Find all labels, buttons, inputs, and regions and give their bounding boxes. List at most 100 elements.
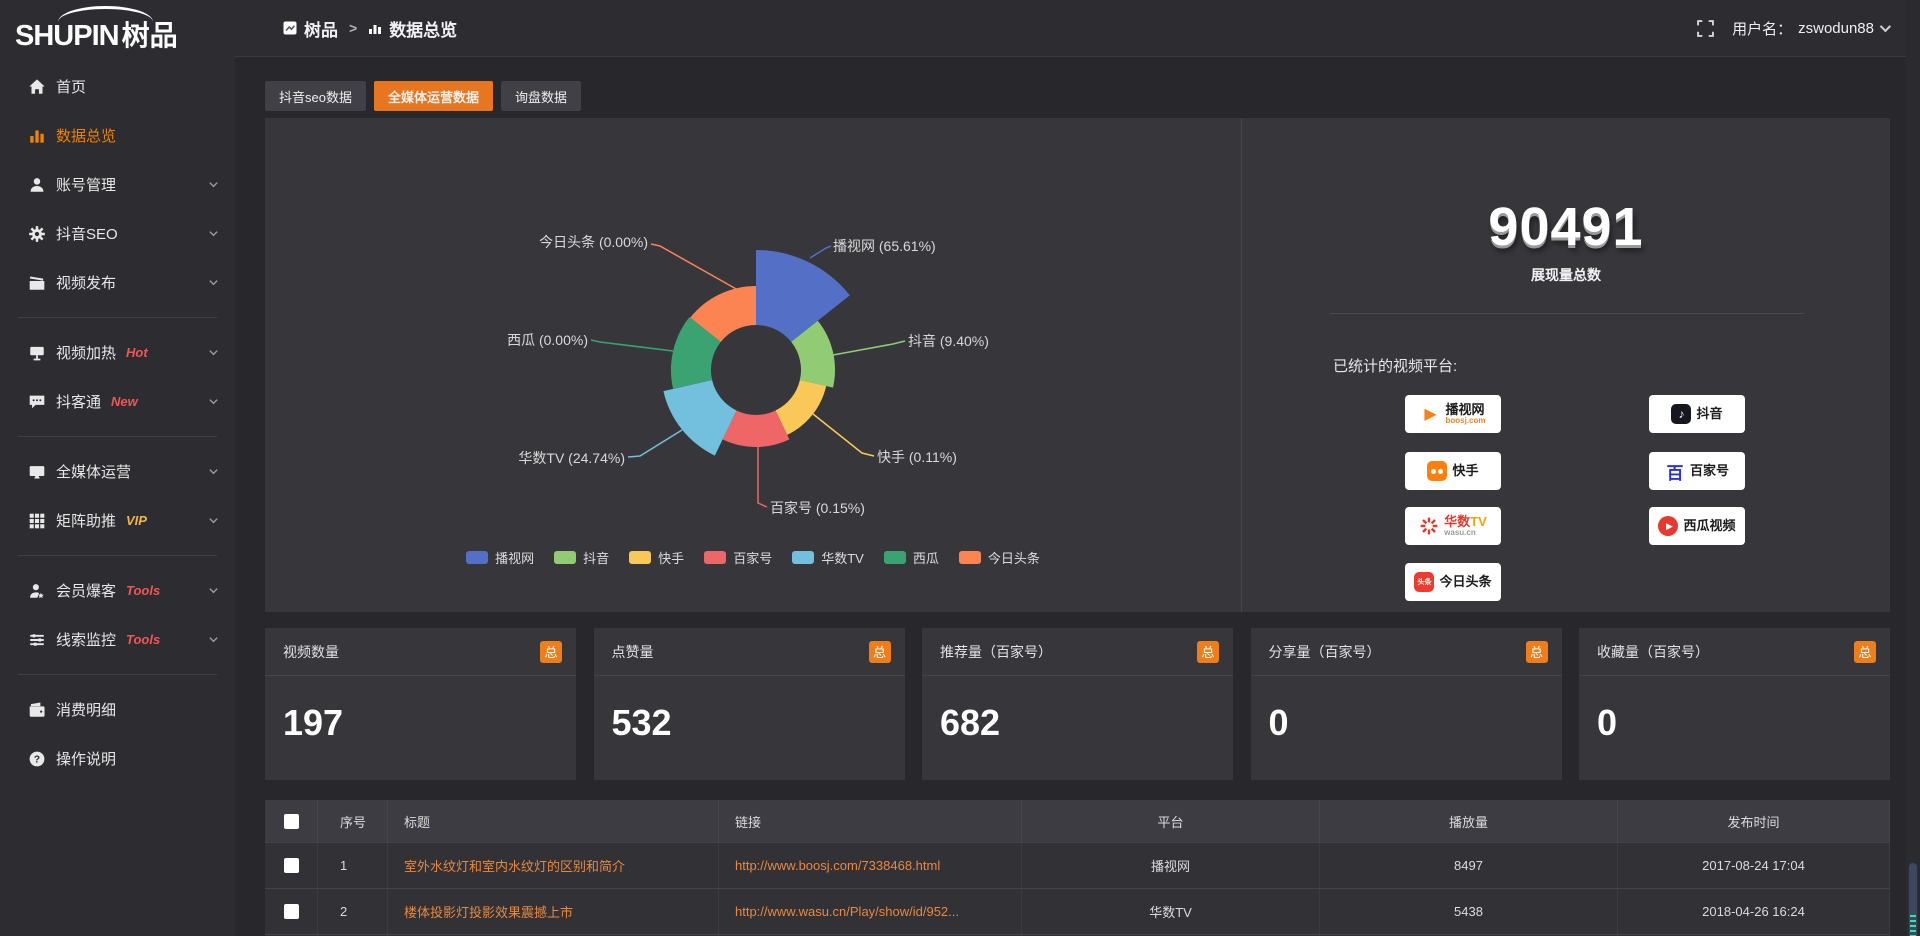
breadcrumb-item-数据总览[interactable]: 数据总览 <box>368 16 457 41</box>
select-all-checkbox[interactable] <box>284 814 299 829</box>
platforms-title: 已统计的视频平台: <box>1333 355 1457 376</box>
column-header-播放量: 播放量 <box>1320 800 1618 842</box>
sidebar-item-label: 线索监控 <box>56 629 116 650</box>
matrix-icon <box>28 512 46 530</box>
sidebar-divider <box>18 674 217 675</box>
cell-link[interactable]: http://www.boosj.com/7338468.html <box>719 843 1022 888</box>
cell-platform: 播视网 <box>1022 843 1320 888</box>
sidebar-item-会员爆客[interactable]: 会员爆客Tools <box>0 566 235 615</box>
cell-title[interactable]: 室外水纹灯和室内水纹灯的区别和简介 <box>388 843 719 888</box>
sidebar-item-抖音SEO[interactable]: 抖音SEO <box>0 209 235 258</box>
pie-slice-华数TV[interactable] <box>663 380 736 456</box>
sidebar-item-账号管理[interactable]: 账号管理 <box>0 160 235 209</box>
pie-slice-播视网[interactable] <box>756 250 850 342</box>
breadcrumb-label: 树品 <box>304 16 338 41</box>
column-header-链接: 链接 <box>719 800 1022 842</box>
sidebar-item-label: 数据总览 <box>56 125 116 146</box>
platform-badge-快手: 快手 <box>1405 452 1501 490</box>
legend-item-华数TV[interactable]: 华数TV <box>792 548 864 567</box>
cell-link[interactable]: http://www.wasu.cn/Play/show/id/952... <box>719 889 1022 934</box>
sidebar-item-视频发布[interactable]: 视频发布 <box>0 258 235 307</box>
legend-item-百家号[interactable]: 百家号 <box>704 548 772 567</box>
sidebar-item-操作说明[interactable]: ?操作说明 <box>0 734 235 783</box>
stat-card-title: 视频数量 <box>283 642 339 662</box>
stat-card-title: 分享量（百家号） <box>1269 642 1381 662</box>
pie-label-line <box>628 430 682 457</box>
pie-label-line <box>651 244 738 290</box>
column-header-序号: 序号 <box>318 800 388 842</box>
overview-panel: 播视网 (65.61%)抖音 (9.40%)快手 (0.11%)百家号 (0.1… <box>265 118 1890 612</box>
scrollbar-grip-icon <box>1910 915 1916 936</box>
tab-询盘数据[interactable]: 询盘数据 <box>501 81 581 111</box>
pie-label-百家号: 百家号 (0.15%) <box>770 500 865 516</box>
sidebar-item-label: 视频加热 <box>56 342 116 363</box>
legend-item-抖音[interactable]: 抖音 <box>554 548 609 567</box>
fullscreen-icon[interactable] <box>1697 20 1714 37</box>
cell-plays: 5438 <box>1320 889 1618 934</box>
monitor-icon <box>28 631 46 649</box>
sidebar-item-矩阵助推[interactable]: 矩阵助推VIP <box>0 496 235 545</box>
sidebar-item-消费明细[interactable]: 消费明细 <box>0 685 235 734</box>
legend-item-快手[interactable]: 快手 <box>629 548 684 567</box>
member-icon <box>28 582 46 600</box>
sidebar-item-label: 全媒体运营 <box>56 461 131 482</box>
legend-label: 百家号 <box>733 548 772 567</box>
legend-label: 快手 <box>658 548 684 567</box>
sidebar-item-label: 操作说明 <box>56 748 116 769</box>
sidebar-item-抖客通[interactable]: 抖客通New <box>0 377 235 426</box>
sidebar-divider <box>18 555 217 556</box>
row-checkbox-cell <box>265 843 318 888</box>
scrollbar-thumb[interactable] <box>1908 862 1918 936</box>
row-checkbox[interactable] <box>284 858 299 873</box>
row-checkbox[interactable] <box>284 904 299 919</box>
stat-card-点赞量: 点赞量 总 532 <box>594 628 905 780</box>
media-icon <box>28 463 46 481</box>
cell-time: 2018-04-26 16:24 <box>1618 889 1890 934</box>
data-tabs: 抖音seo数据全媒体运营数据询盘数据 <box>265 81 581 111</box>
tab-全媒体运营数据[interactable]: 全媒体运营数据 <box>374 81 493 111</box>
pie-label-line <box>833 341 905 355</box>
legend-swatch <box>959 551 981 564</box>
sidebar-item-全媒体运营[interactable]: 全媒体运营 <box>0 447 235 496</box>
pie-label-华数TV: 华数TV (24.74%) <box>518 450 625 466</box>
app-root: SHUPIN树品 首页数据总览账号管理抖音SEO视频发布视频加热Hot抖客通Ne… <box>0 0 1920 936</box>
stat-card-header: 视频数量 总 <box>265 628 576 676</box>
legend-swatch <box>792 551 814 564</box>
stat-card-header: 点赞量 总 <box>594 628 905 676</box>
total-impressions-value: 90491 <box>1242 196 1890 258</box>
breadcrumb-label: 数据总览 <box>389 16 457 41</box>
app-icon <box>283 21 297 35</box>
sidebar-item-首页[interactable]: 首页 <box>0 62 235 111</box>
breadcrumb-separator: > <box>349 20 357 36</box>
legend-item-播视网[interactable]: 播视网 <box>466 548 534 567</box>
sidebar-item-badge: Hot <box>126 345 148 360</box>
legend-item-西瓜[interactable]: 西瓜 <box>884 548 939 567</box>
sidebar-item-视频加热[interactable]: 视频加热 Hot <box>0 328 235 377</box>
header-checkbox-cell <box>265 800 318 842</box>
sidebar-item-label: 抖音SEO <box>56 223 118 244</box>
platform-badge-百家号: 百百家号 <box>1649 452 1745 490</box>
sidebar-nav: 首页数据总览账号管理抖音SEO 视频发布视频加热 Hot 抖客通New 全媒体运营矩阵助… <box>0 62 235 783</box>
stat-card-header: 分享量（百家号） 总 <box>1251 628 1562 676</box>
platform-name: 今日头条 <box>1439 575 1491 589</box>
legend-label: 华数TV <box>821 548 864 567</box>
user-menu[interactable]: 用户名：zswodun88 <box>1732 18 1888 39</box>
legend-item-今日头条[interactable]: 今日头条 <box>959 548 1040 567</box>
sidebar-item-线索监控[interactable]: 线索监控Tools <box>0 615 235 664</box>
stat-card-推荐量（百家号）: 推荐量（百家号） 总 682 <box>922 628 1233 780</box>
sidebar-item-数据总览[interactable]: 数据总览 <box>0 111 235 160</box>
cell-index: 2 <box>318 889 388 934</box>
stat-card-title: 点赞量 <box>612 642 654 662</box>
user-icon <box>28 176 46 194</box>
gear-icon <box>28 225 46 243</box>
cell-title[interactable]: 楼体投影灯投影效果震撼上市 <box>388 889 719 934</box>
platform-badge-西瓜视频: ▶西瓜视频 <box>1649 507 1745 545</box>
legend-swatch <box>629 551 651 564</box>
logo-text-cn: 树品 <box>122 20 178 51</box>
stat-card-value: 197 <box>265 676 576 744</box>
tab-抖音seo数据[interactable]: 抖音seo数据 <box>265 81 366 111</box>
legend-label: 播视网 <box>495 548 534 567</box>
baijia-icon: 百 <box>1665 461 1685 481</box>
publish-icon <box>28 274 46 292</box>
breadcrumb-item-树品[interactable]: 树品 <box>283 16 338 41</box>
